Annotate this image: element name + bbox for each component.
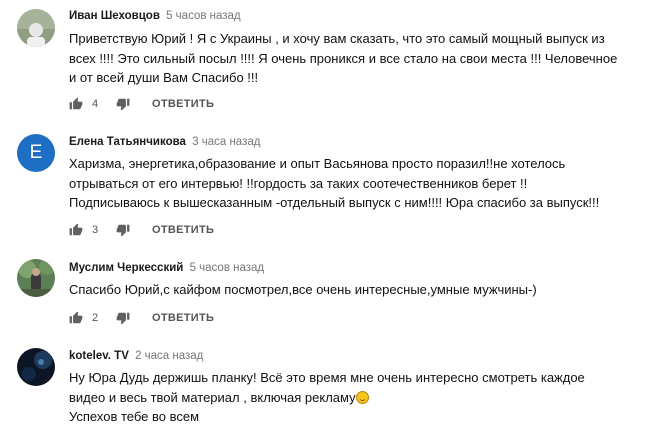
comment-text-line: Подписываюсь к вышесказанным -отдельный … <box>69 195 600 210</box>
comment-time[interactable]: 5 часов назад <box>166 10 241 22</box>
avatar-photo-icon <box>17 348 55 386</box>
comment-time[interactable]: 2 часа назад <box>135 350 203 362</box>
avatar[interactable] <box>17 348 55 386</box>
comment-time[interactable]: 5 часов назад <box>190 262 265 274</box>
reply-button[interactable]: ОТВЕТИТЬ <box>152 224 214 236</box>
comment-author[interactable]: Елена Татьянчикова <box>69 136 186 148</box>
comment-text-line: отрываться от его интервью! !!гордость з… <box>69 175 528 191</box>
avatar[interactable] <box>17 9 55 47</box>
thumbs-up-icon[interactable] <box>69 223 83 237</box>
comment-text-line: Ну Юра Дудь держишь планку! Всё это врем… <box>69 370 585 385</box>
comment-text-line: Приветствую Юрий ! Я с Украины , и хочу … <box>69 31 605 46</box>
like-count: 2 <box>92 312 99 324</box>
avatar[interactable]: Е <box>17 134 55 172</box>
avatar-photo-icon <box>17 259 55 297</box>
thumbs-down-icon[interactable] <box>116 311 130 325</box>
comment-time[interactable]: 3 часа назад <box>192 136 260 148</box>
reply-button[interactable]: ОТВЕТИТЬ <box>152 98 214 110</box>
avatar[interactable] <box>17 259 55 297</box>
like-count: 4 <box>92 98 99 110</box>
comment-author[interactable]: Муслим Черкесский <box>69 262 183 274</box>
comment-text: Харизма, энергетика,образование и опыт В… <box>69 154 599 213</box>
comment-author[interactable]: kotelev. TV <box>69 350 129 362</box>
comment-text-line: Спасибо Юрий,с кайфом посмотрел,все очен… <box>69 282 537 297</box>
comment-text-line: Успехов тебе во всем <box>69 409 200 424</box>
comment-text-line: и от всей души Вам Спасибо !!! <box>69 70 259 85</box>
comment-actions: 2 ОТВЕТИТЬ <box>69 310 214 326</box>
comment-text-line: Харизма, энергетика,образование и опыт В… <box>69 156 566 171</box>
thumbs-up-icon[interactable] <box>69 97 83 111</box>
comment-actions: 3 ОТВЕТИТЬ <box>69 222 214 238</box>
comment-text-line-part: видео и весь твой материал , включая рек… <box>69 389 356 405</box>
comment-header: Иван Шеховцов 5 часов назад <box>69 10 241 22</box>
avatar-photo-icon <box>17 9 55 47</box>
comment-text-line: видео и весь твой материал , включая рек… <box>69 388 585 408</box>
avatar-letter: Е <box>29 142 43 163</box>
comment-text: Спасибо Юрий,с кайфом посмотрел,все очен… <box>69 280 537 300</box>
comment-actions: 4 ОТВЕТИТЬ <box>69 96 214 112</box>
like-count: 3 <box>92 224 99 236</box>
reply-button[interactable]: ОТВЕТИТЬ <box>152 312 214 324</box>
comment-header: kotelev. TV 2 часа назад <box>69 350 203 362</box>
thumbs-up-icon[interactable] <box>69 311 83 325</box>
comment-header: Елена Татьянчикова 3 часа назад <box>69 136 260 148</box>
comment-text: Ну Юра Дудь держишь планку! Всё это врем… <box>69 368 585 427</box>
laughing-emoji-icon <box>355 390 369 404</box>
thumbs-down-icon[interactable] <box>116 97 130 111</box>
comment-text-line: всех !!!! Это сильный посыл !!!! Я очень… <box>69 50 618 66</box>
comment-header: Муслим Черкесский 5 часов назад <box>69 262 264 274</box>
comment-author[interactable]: Иван Шеховцов <box>69 10 160 22</box>
comment-text: Приветствую Юрий ! Я с Украины , и хочу … <box>69 29 617 88</box>
thumbs-down-icon[interactable] <box>116 223 130 237</box>
